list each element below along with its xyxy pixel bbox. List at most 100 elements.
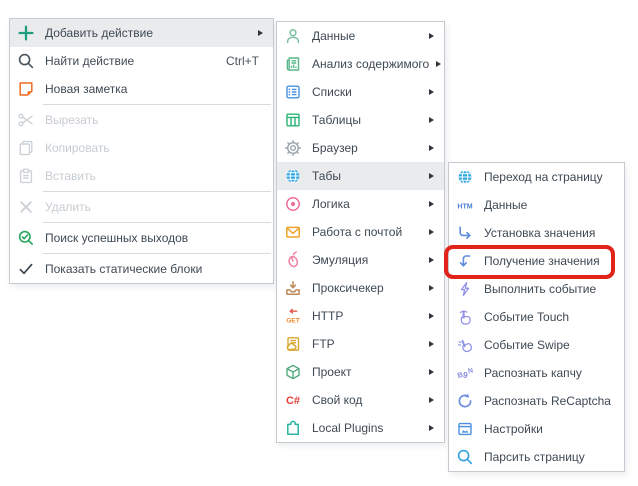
- note-icon: [16, 79, 36, 99]
- menu-item-get-value[interactable]: Получение значения: [449, 247, 624, 275]
- svg-text:GET: GET: [286, 317, 299, 324]
- menu-item-own-code[interactable]: C#Свой код: [277, 386, 444, 414]
- menu-item-logic[interactable]: Логика: [277, 190, 444, 218]
- menu-item-label: Табы: [312, 169, 341, 183]
- delete-x-icon: [16, 197, 36, 217]
- menu-item-touch-event[interactable]: Событие Touch: [449, 303, 624, 331]
- menu-separator: [43, 253, 271, 254]
- copy-icon: [16, 138, 36, 158]
- menu-separator: [43, 104, 271, 105]
- menu-item-label: Парсить страницу: [484, 450, 585, 464]
- menu-item-label: Эмуляция: [312, 253, 368, 267]
- submenu-arrow-icon: [422, 89, 440, 95]
- menu-item-new-note[interactable]: Новая заметка: [10, 75, 273, 103]
- submenu-arrow-icon: [422, 313, 440, 319]
- window-image-icon: [455, 419, 475, 439]
- shortcut-label: Ctrl+T: [226, 54, 273, 68]
- search-icon: [16, 51, 36, 71]
- menu-item-show-static-blocks[interactable]: Показать статические блоки: [10, 255, 273, 283]
- proxy-icon: [283, 278, 303, 298]
- menu-item-content-analysis[interactable]: Анализ содержимого: [277, 50, 444, 78]
- menu-item-label: Событие Swipe: [484, 338, 570, 352]
- menu-item-label: Удалить: [45, 200, 91, 214]
- menu-item-tabs[interactable]: Табы: [277, 162, 444, 190]
- menu-item-label: Проксичекер: [312, 281, 384, 295]
- menu-item-cut: Вырезать: [10, 106, 273, 134]
- submenu-arrow-icon: [422, 145, 440, 151]
- menu-item-label: HTTP: [312, 309, 343, 323]
- menu-item-paste: Вставить: [10, 162, 273, 190]
- submenu-arrow-icon: [422, 33, 440, 39]
- cube-icon: [283, 362, 303, 382]
- submenu-arrow-icon: [422, 425, 440, 431]
- submenu-arrow-icon: [422, 201, 440, 207]
- menu-item-data[interactable]: Данные: [277, 22, 444, 50]
- logic-icon: [283, 194, 303, 214]
- menu-item-label: Анализ содержимого: [312, 57, 429, 71]
- submenu-arrow-icon: [251, 30, 269, 36]
- add-action-submenu: Данные Анализ содержимого Списки Таблицы Бра…: [276, 21, 445, 443]
- menu-item-label: Добавить действие: [45, 26, 153, 40]
- menu-item-label: Вставить: [45, 169, 96, 183]
- menu-item-recognize-captcha[interactable]: B9NРаспознать капчу: [449, 359, 624, 387]
- menu-item-label: Таблицы: [312, 113, 361, 127]
- menu-item-add-action[interactable]: Добавить действие: [10, 19, 273, 47]
- submenu-arrow-icon: [429, 61, 447, 67]
- mail-icon: [283, 222, 303, 242]
- menu-item-settings[interactable]: Настройки: [449, 415, 624, 443]
- http-get-icon: GET: [283, 306, 303, 326]
- content-analysis-icon: [283, 54, 303, 74]
- menu-item-set-value[interactable]: Установка значения: [449, 219, 624, 247]
- menu-item-find-action[interactable]: Найти действиеCtrl+T: [10, 47, 273, 75]
- scissors-icon: [16, 110, 36, 130]
- menu-item-label: Браузер: [312, 141, 358, 155]
- context-menu: Добавить действие Найти действиеCtrl+TНов…: [9, 18, 274, 284]
- menu-item-label: Копировать: [45, 141, 110, 155]
- menu-item-label: Local Plugins: [312, 421, 383, 435]
- ftp-icon: [283, 334, 303, 354]
- submenu-arrow-icon: [422, 117, 440, 123]
- submenu-arrow-icon: [422, 397, 440, 403]
- menu-item-tables[interactable]: Таблицы: [277, 106, 444, 134]
- menu-item-go-to-page[interactable]: Переход на страницу: [449, 163, 624, 191]
- menu-item-proxychecker[interactable]: Проксичекер: [277, 274, 444, 302]
- menu-item-swipe-event[interactable]: Событие Swipe: [449, 331, 624, 359]
- menu-item-ftp[interactable]: FTP: [277, 330, 444, 358]
- menu-item-tab-data[interactable]: HTMДанные: [449, 191, 624, 219]
- menu-item-emulation[interactable]: Эмуляция: [277, 246, 444, 274]
- table-icon: [283, 110, 303, 130]
- submenu-arrow-icon: [422, 229, 440, 235]
- menu-item-lists[interactable]: Списки: [277, 78, 444, 106]
- menu-item-http[interactable]: GET HTTP: [277, 302, 444, 330]
- menu-item-email[interactable]: Работа с почтой: [277, 218, 444, 246]
- user-icon: [283, 26, 303, 46]
- globe-icon: [283, 166, 303, 186]
- menu-item-label: Свой код: [312, 393, 362, 407]
- menu-item-label: Выполнить событие: [484, 282, 596, 296]
- menu-item-label: FTP: [312, 337, 335, 351]
- menu-item-recognize-recaptcha[interactable]: Распознать ReCaptcha: [449, 387, 624, 415]
- paste-icon: [16, 166, 36, 186]
- menu-item-execute-event[interactable]: Выполнить событие: [449, 275, 624, 303]
- menu-item-label: Вырезать: [45, 113, 98, 127]
- swipe-hand-icon: [455, 335, 475, 355]
- menu-item-project[interactable]: Проект: [277, 358, 444, 386]
- menu-item-label: Установка значения: [484, 226, 595, 240]
- menu-item-label: Настройки: [484, 422, 543, 436]
- svg-text:HTM: HTM: [457, 203, 472, 210]
- lightning-icon: [455, 279, 475, 299]
- menu-item-browser[interactable]: Браузер: [277, 134, 444, 162]
- menu-item-label: Распознать ReCaptcha: [484, 394, 611, 408]
- list-icon: [283, 82, 303, 102]
- menu-item-search-successful-exits[interactable]: Поиск успешных выходов: [10, 224, 273, 252]
- menu-item-local-plugins[interactable]: Local Plugins: [277, 414, 444, 442]
- menu-separator: [43, 191, 271, 192]
- search-success-icon: [16, 228, 36, 248]
- submenu-arrow-icon: [422, 341, 440, 347]
- menu-item-label: Данные: [312, 29, 355, 43]
- menu-item-label: Проект: [312, 365, 352, 379]
- menu-item-copy: Копировать: [10, 134, 273, 162]
- captcha-letters-icon: B9N: [455, 363, 475, 383]
- menu-item-delete: Удалить: [10, 193, 273, 221]
- menu-item-parse-page[interactable]: Парсить страницу: [449, 443, 624, 471]
